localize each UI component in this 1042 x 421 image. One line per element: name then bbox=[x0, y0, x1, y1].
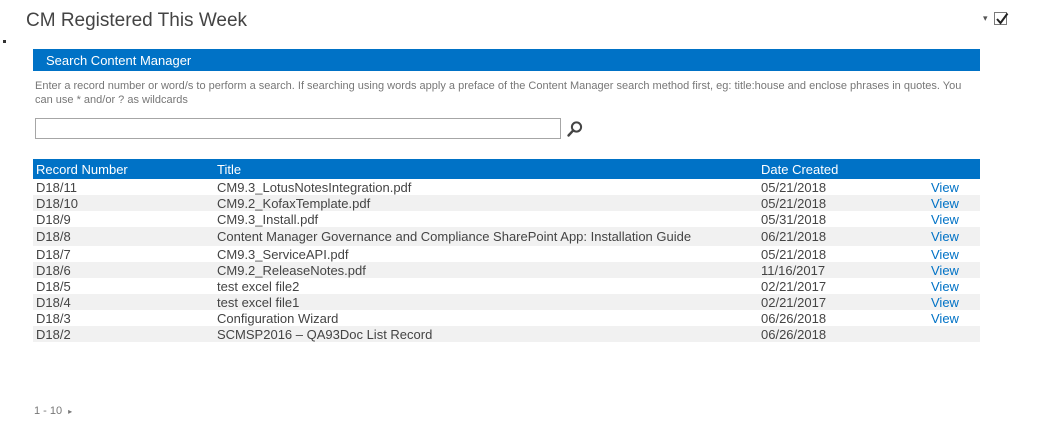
webpart-title-controls: ▾ bbox=[983, 12, 1008, 25]
chevron-down-icon[interactable]: ▾ bbox=[983, 14, 988, 23]
record-number-cell: D18/3 bbox=[36, 310, 71, 326]
title-cell: CM9.2_KofaxTemplate.pdf bbox=[217, 195, 371, 211]
results-table: Record Number Title Date Created D18/11 … bbox=[33, 159, 980, 342]
view-link[interactable]: View bbox=[931, 279, 959, 294]
title-cell: CM9.3_ServiceAPI.pdf bbox=[217, 246, 349, 262]
table-row: D18/3 Configuration Wizard 06/26/2018 Vi… bbox=[33, 310, 980, 326]
triangle-right-icon[interactable]: ▸ bbox=[68, 407, 72, 416]
pagination: 1 - 10 ▸ bbox=[34, 405, 72, 417]
record-number-cell: D18/7 bbox=[36, 246, 71, 262]
record-number-cell: D18/9 bbox=[36, 211, 71, 227]
date-created-cell: 05/21/2018 bbox=[761, 179, 827, 195]
webpart-select-checkbox[interactable] bbox=[993, 12, 1008, 25]
checkmark-icon bbox=[995, 12, 1008, 25]
table-row: D18/8 Content Manager Governance and Com… bbox=[33, 227, 980, 246]
table-row: D18/11 CM9.3_LotusNotesIntegration.pdf 0… bbox=[33, 179, 980, 195]
view-link[interactable]: View bbox=[931, 263, 959, 278]
title-cell: CM9.2_ReleaseNotes.pdf bbox=[217, 262, 366, 278]
view-link[interactable]: View bbox=[931, 295, 959, 310]
date-created-cell: 05/31/2018 bbox=[761, 211, 827, 227]
date-created-cell: 05/21/2018 bbox=[761, 246, 827, 262]
view-link[interactable]: View bbox=[931, 247, 959, 262]
table-row: D18/10 CM9.2_KofaxTemplate.pdf 05/21/201… bbox=[33, 195, 980, 211]
date-created-cell: 11/16/2017 bbox=[761, 262, 826, 278]
left-edge-marker bbox=[3, 40, 6, 43]
date-created-cell: 06/26/2018 bbox=[761, 310, 827, 326]
view-link[interactable]: View bbox=[931, 212, 959, 227]
view-link[interactable]: View bbox=[931, 229, 959, 244]
view-link[interactable]: View bbox=[931, 196, 959, 211]
column-header-actions bbox=[931, 159, 980, 179]
title-cell: CM9.3_Install.pdf bbox=[217, 211, 319, 227]
column-header-record-number[interactable]: Record Number bbox=[33, 159, 217, 179]
record-number-cell: D18/5 bbox=[36, 278, 71, 294]
date-created-cell: 02/21/2017 bbox=[761, 278, 827, 294]
record-number-cell: D18/6 bbox=[36, 262, 71, 278]
title-cell: Configuration Wizard bbox=[217, 310, 339, 326]
table-row: D18/2 SCMSP2016 – QA93Doc List Record 06… bbox=[33, 326, 980, 342]
title-cell: SCMSP2016 – QA93Doc List Record bbox=[217, 326, 433, 342]
table-row: D18/4 test excel file1 02/21/2017 View bbox=[33, 294, 980, 310]
record-number-cell: D18/10 bbox=[36, 195, 78, 211]
date-created-cell: 06/26/2018 bbox=[761, 326, 827, 342]
title-cell: test excel file2 bbox=[217, 278, 300, 294]
title-cell: test excel file1 bbox=[217, 294, 300, 310]
search-icon[interactable] bbox=[566, 120, 584, 138]
table-row: D18/9 CM9.3_Install.pdf 05/31/2018 View bbox=[33, 211, 980, 227]
view-link[interactable]: View bbox=[931, 180, 959, 195]
column-header-title[interactable]: Title bbox=[217, 159, 761, 179]
column-header-date-created[interactable]: Date Created bbox=[761, 159, 931, 179]
record-number-cell: D18/8 bbox=[36, 229, 71, 244]
webpart-title: CM Registered This Week bbox=[26, 10, 248, 31]
pager-range: 1 - 10 bbox=[34, 405, 63, 417]
table-row: D18/5 test excel file2 02/21/2017 View bbox=[33, 278, 980, 294]
results-header-row: Record Number Title Date Created bbox=[33, 159, 980, 179]
table-row: D18/7 CM9.3_ServiceAPI.pdf 05/21/2018 Vi… bbox=[33, 246, 980, 262]
table-row: D18/6 CM9.2_ReleaseNotes.pdf 11/16/2017 … bbox=[33, 262, 980, 278]
record-number-cell: D18/2 bbox=[36, 326, 71, 342]
search-instructions: Enter a record number or word/s to perfo… bbox=[35, 80, 962, 106]
title-cell: Content Manager Governance and Complianc… bbox=[217, 229, 692, 244]
date-created-cell: 02/21/2017 bbox=[761, 294, 827, 310]
search-input[interactable] bbox=[35, 118, 561, 139]
search-panel-header: Search Content Manager bbox=[33, 49, 980, 71]
date-created-cell: 05/21/2018 bbox=[761, 195, 827, 211]
date-created-cell: 06/21/2018 bbox=[761, 229, 827, 244]
view-link[interactable]: View bbox=[931, 311, 959, 326]
record-number-cell: D18/4 bbox=[36, 294, 71, 310]
record-number-cell: D18/11 bbox=[36, 179, 77, 195]
title-cell: CM9.3_LotusNotesIntegration.pdf bbox=[217, 179, 412, 195]
